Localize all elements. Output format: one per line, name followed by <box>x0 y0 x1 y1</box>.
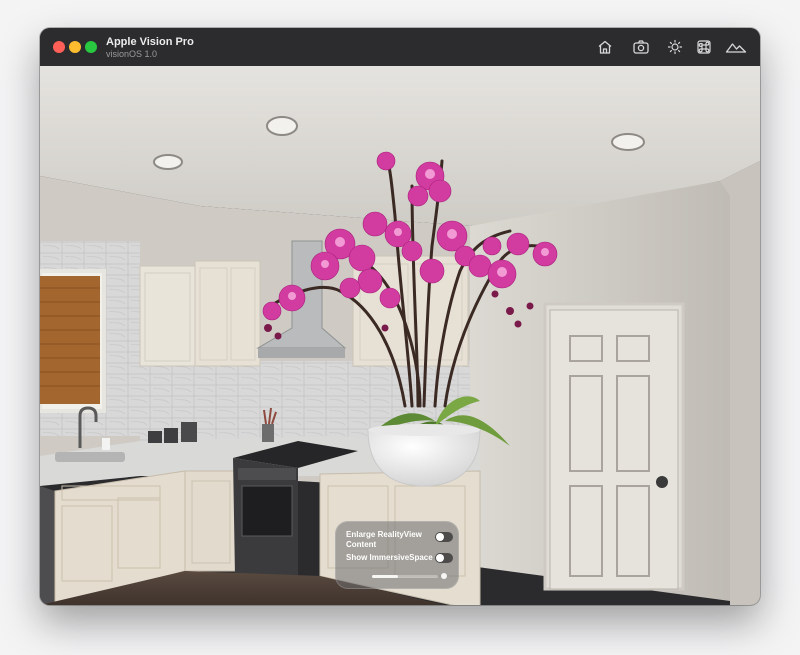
ornament-panel: Enlarge RealityView Content Show Immersi… <box>335 521 459 589</box>
simulator-window: Apple Vision Pro visionOS 1.0 Enlarge Re… <box>40 28 760 605</box>
enlarge-toggle[interactable] <box>435 532 453 542</box>
slider-handle[interactable] <box>441 573 447 579</box>
immersive-toggle[interactable] <box>435 553 453 563</box>
command-icon[interactable] <box>695 38 713 56</box>
immersive-toggle-label: Show ImmersiveSpace <box>346 553 433 562</box>
simulator-scene[interactable]: Enlarge RealityView Content Show Immersi… <box>40 66 760 605</box>
close-window-button[interactable] <box>53 41 65 53</box>
enlarge-toggle-label: Enlarge RealityView Content <box>346 530 422 549</box>
toggle-knob <box>436 533 444 541</box>
minimize-window-button[interactable] <box>69 41 81 53</box>
home-icon[interactable] <box>596 38 614 56</box>
camera-icon[interactable] <box>632 38 650 56</box>
window-title: Apple Vision Pro <box>106 36 194 48</box>
slider-fill <box>372 575 399 578</box>
zoom-window-button[interactable] <box>85 41 97 53</box>
landscape-icon[interactable] <box>725 38 747 56</box>
toggle-knob <box>436 554 444 562</box>
window-subtitle: visionOS 1.0 <box>106 49 158 59</box>
slider-track[interactable] <box>372 575 438 578</box>
title-bar: Apple Vision Pro visionOS 1.0 <box>40 28 760 67</box>
brightness-icon[interactable] <box>666 38 684 56</box>
